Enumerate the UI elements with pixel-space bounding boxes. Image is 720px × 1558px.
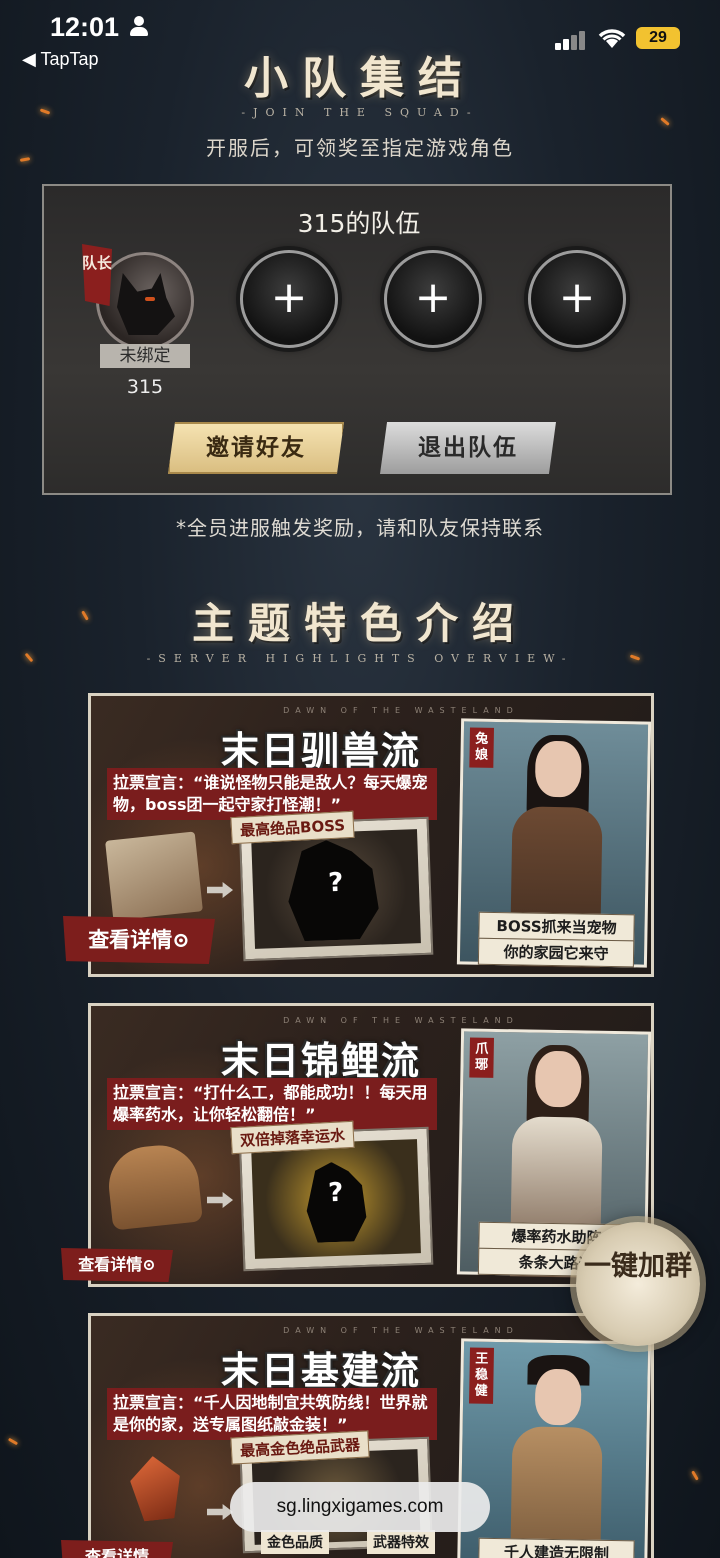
feature-card-beast-taming[interactable]: DAWN OF THE WASTELAND 末日驯兽流 拉票宣言：“谁说怪物只能… [63, 693, 654, 977]
card-tagline: DAWN OF THE WASTELAND [283, 1016, 519, 1025]
card-title: 末日基建流 [220, 1349, 421, 1393]
crystal-item-image [128, 1454, 184, 1523]
host-name-tag: 兔娘 [469, 727, 494, 768]
leader-id: 315 [126, 376, 164, 398]
squad-subtitle-en: -JOIN THE SQUAD- [241, 106, 479, 119]
card-slogan: 拉票宣言：“打什么工，都能成功！！每天用爆率药水，让你轻松翻倍！” [107, 1078, 437, 1130]
team-name: 315的队伍 [297, 209, 421, 238]
mystery-mark: ? [327, 1177, 344, 1209]
card-title: 末日锦鲤流 [220, 1039, 421, 1083]
card-scene: DAWN OF THE WASTELAND 末日锦鲤流 拉票宣言：“打什么工，都… [91, 1006, 651, 1284]
card-slogan: 拉票宣言：“谁说怪物只能是敌人？每天爆宠物，boss团一起守家打怪潮！” [107, 768, 437, 820]
effect-tag: 武器特效 [367, 1530, 435, 1554]
squad-description: 开服后，可领奖至指定游戏角色 [206, 136, 514, 160]
reward-notice: *全员进服触发奖励，请和队友保持联系 [176, 516, 544, 540]
wolf-eye [145, 297, 155, 301]
plus-icon: + [414, 272, 452, 323]
host-caption-1: 千人建造无限制 [478, 1537, 635, 1558]
highlights-title: 主题特色介绍 [191, 599, 528, 648]
plus-icon: + [270, 272, 308, 323]
person-icon [128, 16, 150, 38]
arrow-right-icon [207, 1192, 233, 1208]
leader-bind-status: 未绑定 [100, 344, 190, 368]
host-caption-2: 你的家园它来守 [477, 937, 635, 968]
view-details-button[interactable]: 查看详情⊙ [63, 916, 215, 964]
join-group-button[interactable]: 一键加群 [576, 1222, 700, 1346]
host-photo: 兔娘 BOSS抓来当宠物 你的家园它来守 [456, 718, 651, 968]
url-bar[interactable]: sg.lingxigames.com [230, 1482, 490, 1532]
add-member-slot-1[interactable]: + [240, 250, 338, 348]
arrow-right-icon [207, 882, 233, 898]
status-time: 12:01 [50, 12, 120, 42]
host-name-tag: 王稳健 [469, 1347, 494, 1404]
basket-item-image [105, 1141, 203, 1231]
add-member-slot-3[interactable]: + [528, 250, 626, 348]
leader-badge: 队长 [82, 244, 112, 306]
plus-icon: + [558, 272, 596, 323]
invite-friends-button[interactable]: 邀请好友 [168, 422, 344, 474]
mystery-mark: ? [327, 867, 344, 899]
view-details-button[interactable]: 查看详情 [61, 1540, 173, 1558]
host-name-tag: 爪琊 [469, 1037, 494, 1078]
ember-decoration [691, 1470, 699, 1481]
squad-card: 315的队伍 队长 未绑定 315 + + + 邀请好友 退出队伍 [42, 184, 672, 495]
add-member-slot-2[interactable]: + [384, 250, 482, 348]
view-details-button[interactable]: 查看详情⊙ [61, 1248, 173, 1282]
squad-title: 小队集结 [244, 53, 476, 104]
card-tagline: DAWN OF THE WASTELAND [283, 706, 519, 715]
card-tagline: DAWN OF THE WASTELAND [283, 1326, 519, 1335]
ember-decoration [7, 1437, 19, 1446]
host-figure [500, 1354, 614, 1558]
highlights-subtitle-en: -SERVER HIGHLIGHTS OVERVIEW- [146, 652, 574, 665]
card-title: 末日驯兽流 [220, 729, 421, 773]
quit-team-button[interactable]: 退出队伍 [380, 422, 556, 474]
pet-card-item-image [105, 831, 203, 921]
card-slogan: 拉票宣言：“千人因地制宜共筑防线！世界就是你的家，送专属图纸敲金装！” [107, 1388, 437, 1440]
quality-tag: 金色品质 [261, 1530, 329, 1554]
feature-card-lucky-koi[interactable]: DAWN OF THE WASTELAND 末日锦鲤流 拉票宣言：“打什么工，都… [61, 1003, 654, 1287]
wolf-portrait [117, 273, 175, 335]
host-caption-1: BOSS抓来当宠物 [478, 911, 635, 942]
host-photo: 王稳健 千人建造无限制 [456, 1338, 651, 1558]
